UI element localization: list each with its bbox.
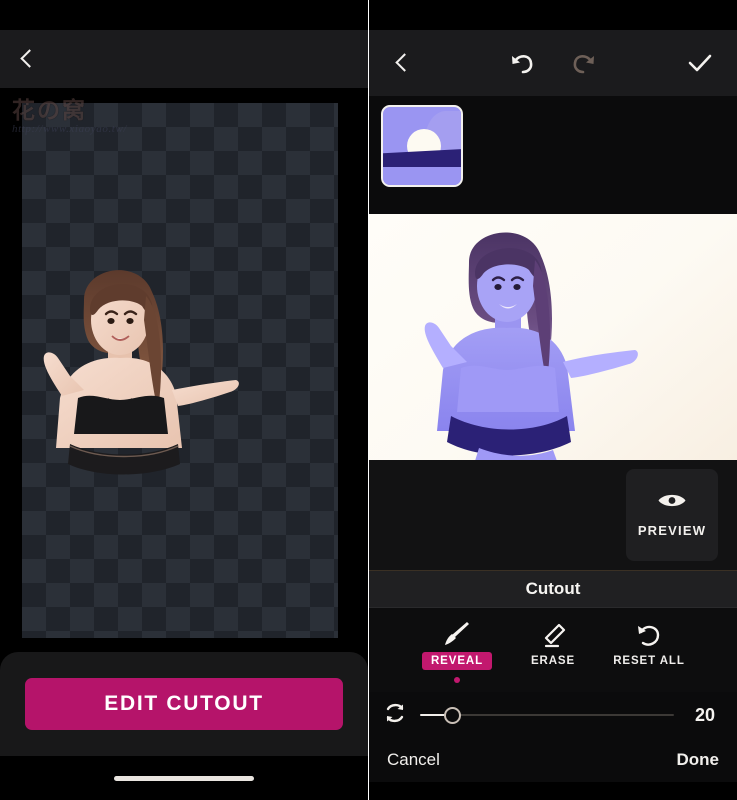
preview-button[interactable]: PREVIEW [626,469,718,561]
reset-circle-icon [634,621,664,651]
tool-reset-all[interactable]: RESET ALL [601,621,697,680]
action-row: Cancel Done [369,738,737,782]
eye-icon [657,492,687,514]
undo-arrow-icon[interactable] [507,48,537,78]
cutout-canvas[interactable]: 花の窝 http://www.xiaoyao.tw/ [0,88,368,682]
home-indicator-area [369,782,737,800]
undo-redo-group [369,48,737,78]
cancel-button[interactable]: Cancel [387,750,440,770]
mask-edit-canvas[interactable] [369,214,737,460]
edit-cutout-button[interactable]: EDIT CUTOUT [25,678,343,730]
right-phone-screen: PREVIEW Cutout REVEAL ERASE RESET ALL 20… [369,0,737,800]
checkmark-icon[interactable] [685,48,715,78]
status-bar [0,0,368,30]
swap-refresh-icon[interactable] [383,702,407,729]
section-title-cutout: Cutout [369,570,737,608]
redo-arrow-icon[interactable] [569,48,599,78]
done-button[interactable]: Done [677,750,720,770]
left-phone-screen: 花の窝 http://www.xiaoyao.tw/ EDIT CUTOUT [0,0,368,800]
thumbnail-shape-band-lower [383,167,461,185]
left-navbar [0,30,368,88]
tool-label-erase: ERASE [530,654,576,667]
tool-label-reset-all: RESET ALL [613,654,685,667]
chevron-left-icon[interactable] [16,48,38,70]
tool-active-indicator [454,676,460,683]
dual-screenshot-container: 花の窝 http://www.xiaoyao.tw/ EDIT CUTOUT P… [0,0,737,800]
tool-label-reveal: REVEAL [421,651,493,670]
subject-masked-image [424,232,638,460]
right-navbar [369,30,737,96]
status-bar [369,0,737,30]
home-indicator[interactable] [114,775,254,781]
slider-thumb[interactable] [444,706,461,724]
tool-row: REVEAL ERASE RESET ALL [369,608,737,692]
home-indicator-area [0,756,368,800]
brush-size-slider[interactable] [420,706,674,724]
mask-preview-thumbnail[interactable] [381,105,463,187]
preview-label: PREVIEW [637,523,707,538]
slider-value-label: 20 [694,704,715,725]
slider-track-remainder [450,714,674,716]
tool-reveal[interactable]: REVEAL [409,618,505,683]
paintbrush-icon [442,618,472,648]
tool-erase[interactable]: ERASE [505,621,601,680]
left-bottom-bar: EDIT CUTOUT [0,652,368,756]
preview-row: PREVIEW [369,460,737,570]
thumbnail-strip [369,96,737,214]
eraser-icon [538,621,568,651]
subject-cutout-image [43,270,239,475]
brush-size-slider-row: 20 [369,692,737,738]
